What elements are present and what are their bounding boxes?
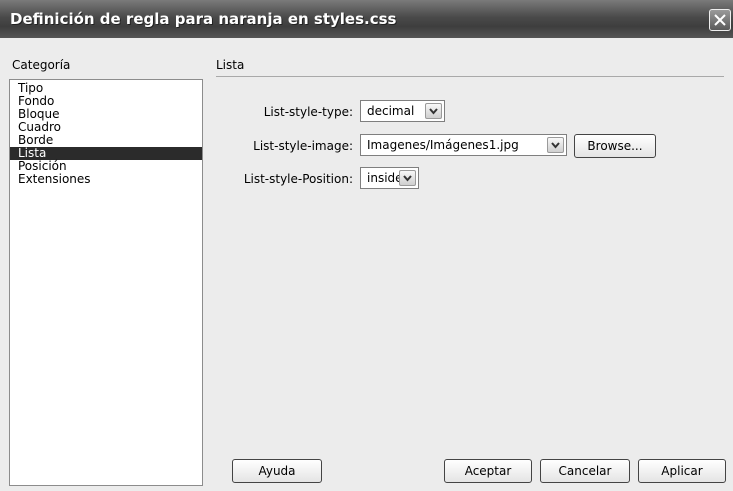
browse-button[interactable]: Browse...: [574, 134, 656, 158]
section-divider: [216, 76, 724, 77]
window-title: Definición de regla para naranja en styl…: [10, 10, 397, 28]
chevron-down-icon: [429, 108, 438, 115]
section-title: Lista: [216, 58, 245, 72]
list-style-image-label: List-style-image:: [253, 139, 353, 153]
help-button[interactable]: Ayuda: [232, 459, 322, 483]
title-bar: Definición de regla para naranja en styl…: [0, 0, 733, 39]
category-label: Categoría: [12, 58, 71, 72]
list-style-image-value: Imagenes/Imágenes1.jpg: [367, 138, 519, 152]
list-style-position-value: inside: [367, 171, 403, 185]
list-style-type-select[interactable]: decimal: [360, 100, 445, 122]
close-button[interactable]: [709, 9, 731, 31]
list-style-position-select[interactable]: inside: [360, 167, 419, 189]
list-style-type-label: List-style-type:: [263, 105, 353, 119]
list-style-type-dropdown-button[interactable]: [425, 103, 442, 119]
cancel-button[interactable]: Cancelar: [540, 459, 630, 483]
close-icon: [714, 14, 726, 26]
category-item-extensiones[interactable]: Extensiones: [10, 173, 202, 186]
list-style-image-select[interactable]: Imagenes/Imágenes1.jpg: [360, 134, 567, 156]
apply-button[interactable]: Aplicar: [638, 459, 726, 483]
list-style-type-value: decimal: [367, 104, 415, 118]
ok-button[interactable]: Aceptar: [444, 459, 532, 483]
category-list[interactable]: Tipo Fondo Bloque Cuadro Borde Lista Pos…: [9, 79, 203, 486]
list-style-position-label: List-style-Position:: [243, 172, 353, 186]
chevron-down-icon: [551, 142, 560, 149]
list-style-image-dropdown-button[interactable]: [547, 137, 564, 153]
list-style-position-dropdown-button[interactable]: [399, 170, 416, 186]
dialog-body: Categoría Tipo Fondo Bloque Cuadro Borde…: [0, 38, 733, 491]
chevron-down-icon: [403, 175, 412, 182]
